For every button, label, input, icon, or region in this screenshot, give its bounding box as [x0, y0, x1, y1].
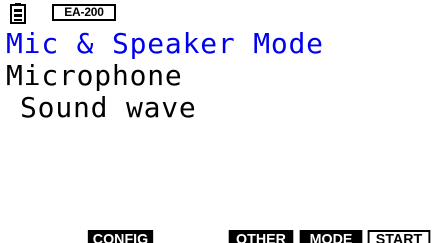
start-fkey[interactable]: START	[367, 230, 431, 243]
mode-fkey[interactable]: MODE	[299, 230, 363, 243]
function-key-bar: CONFIG OTHER MODE START	[0, 224, 438, 243]
config-fkey[interactable]: CONFIG	[87, 230, 154, 243]
status-bar: EA-200	[0, 0, 438, 26]
device-label: EA-200	[52, 4, 116, 21]
calculator-screen: EA-200 Mic & Speaker Mode Microphone Sou…	[0, 0, 438, 243]
mode-title: Mic & Speaker Mode	[6, 27, 324, 60]
selected-mode: Microphone	[6, 59, 183, 92]
battery-icon	[10, 3, 26, 24]
selected-option[interactable]: Sound wave	[20, 94, 197, 122]
other-fkey[interactable]: OTHER	[228, 230, 294, 243]
